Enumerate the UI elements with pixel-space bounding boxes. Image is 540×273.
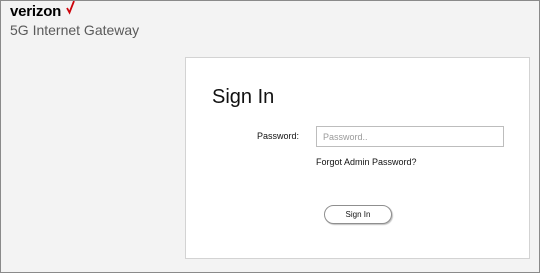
signin-title: Sign In <box>212 86 275 108</box>
password-input[interactable] <box>316 126 504 147</box>
forgot-password-link[interactable]: Forgot Admin Password? <box>316 157 417 167</box>
gateway-page: verizon 5G Internet Gateway Sign In Pass… <box>0 0 540 273</box>
password-label: Password: <box>257 131 300 141</box>
verizon-logo: verizon <box>10 1 75 20</box>
signin-button[interactable]: Sign In <box>324 205 392 224</box>
brand-name: verizon <box>10 3 62 20</box>
checkmark-icon <box>66 1 75 15</box>
signin-card: Sign In Password: Forgot Admin Password?… <box>185 57 530 259</box>
product-name: 5G Internet Gateway <box>10 22 140 38</box>
